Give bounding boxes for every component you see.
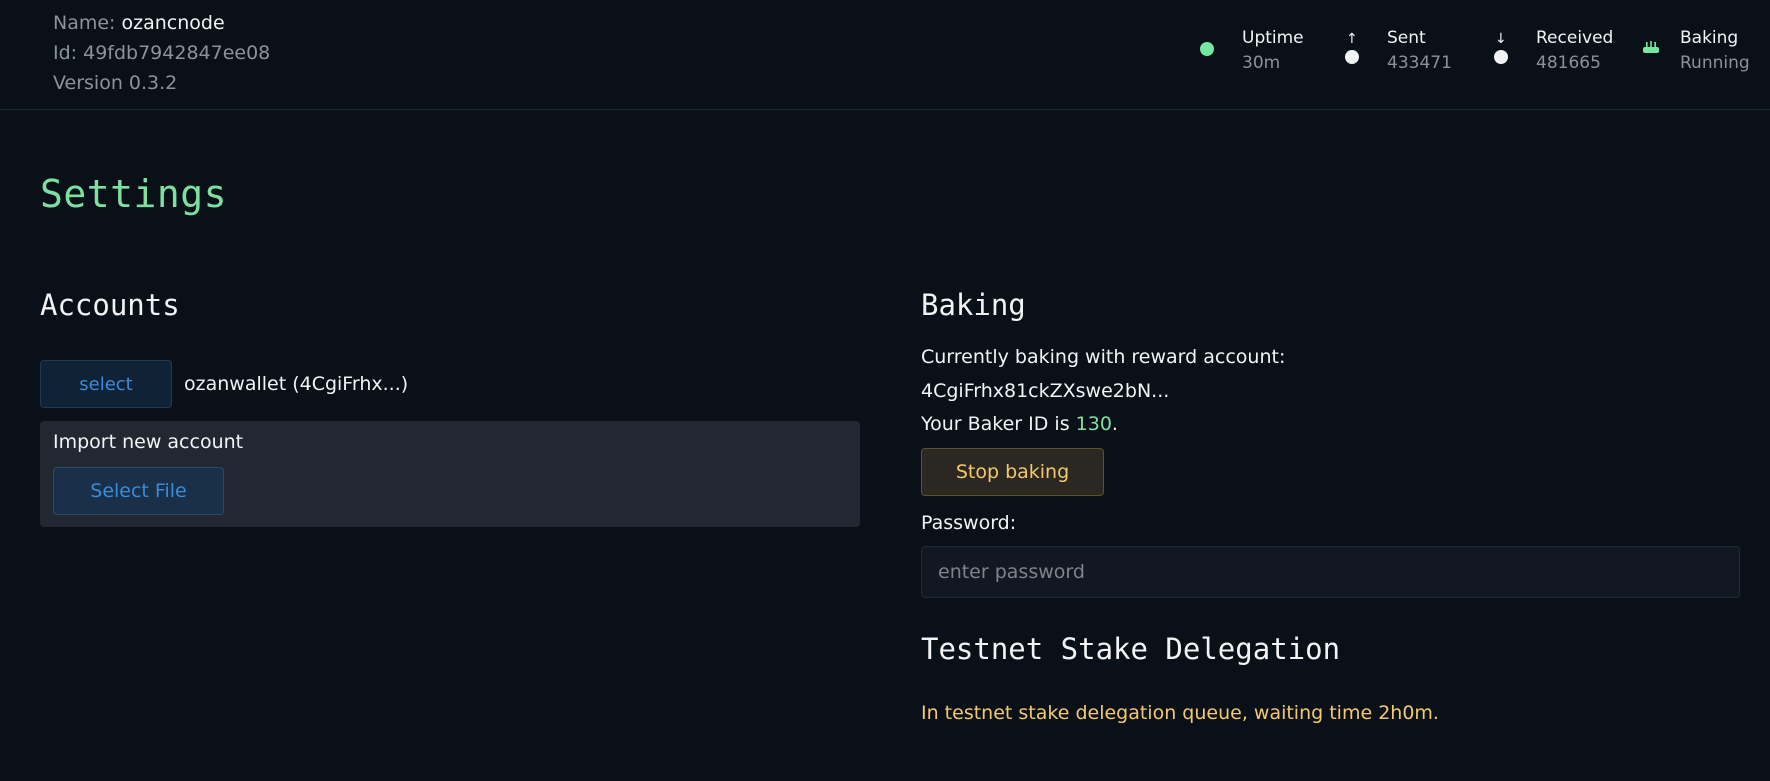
received-dot-icon: [1494, 50, 1508, 64]
import-account-label: Import new account: [53, 431, 244, 453]
stat-baking: Baking Running: [1642, 26, 1752, 76]
stat-sent-label: Sent: [1387, 28, 1426, 48]
sent-dot-icon: [1345, 50, 1359, 64]
node-stats: Uptime 30m ↑ Sent 433471 ↓ Received 4816…: [1198, 26, 1752, 76]
node-name-label: Name:: [53, 12, 116, 34]
stat-received-label: Received: [1536, 28, 1614, 48]
select-file-button[interactable]: Select File: [53, 467, 224, 515]
password-input[interactable]: [921, 546, 1740, 598]
arrow-down-icon: ↓: [1495, 31, 1507, 47]
stat-uptime: Uptime 30m: [1198, 26, 1343, 76]
baker-id-suffix: .: [1111, 413, 1118, 435]
baking-section: Baking Currently baking with reward acco…: [921, 288, 1741, 724]
import-account-panel: Import new account Select File: [40, 421, 860, 527]
stat-received-value: 481665: [1536, 53, 1601, 73]
top-status-bar: Name: ozancnode Id: 49fdb7942847ee08 Ver…: [0, 0, 1770, 110]
node-info: Name: ozancnode Id: 49fdb7942847ee08 Ver…: [53, 8, 270, 98]
password-label: Password:: [921, 512, 1017, 534]
stat-sent: ↑ Sent 433471: [1343, 26, 1492, 76]
stat-received: ↓ Received 481665: [1492, 26, 1642, 76]
reward-account-id: 4CgiFrhx81ckZXswe2bN...: [921, 380, 1170, 402]
node-id: Id: 49fdb7942847ee08: [53, 42, 271, 64]
stat-baking-label: Baking: [1680, 28, 1739, 48]
accounts-title: Accounts: [40, 288, 180, 322]
stat-baking-value: Running: [1680, 53, 1750, 73]
reward-account-text: Currently baking with reward account:: [921, 346, 1286, 368]
select-account-button[interactable]: select: [40, 360, 172, 408]
baker-id-prefix: Your Baker ID is: [921, 413, 1076, 435]
account-name: ozanwallet (4CgiFrhx...): [184, 373, 409, 395]
stat-sent-value: 433471: [1387, 53, 1452, 73]
node-version: Version 0.3.2: [53, 72, 178, 94]
account-row: select ozanwallet (4CgiFrhx...): [40, 360, 408, 408]
status-dot-icon: [1200, 42, 1214, 56]
baker-id-line: Your Baker ID is 130.: [921, 413, 1118, 435]
accounts-section: Accounts select ozanwallet (4CgiFrhx...)…: [40, 288, 860, 527]
page-title: Settings: [40, 172, 228, 216]
stat-uptime-value: 30m: [1242, 53, 1281, 73]
testnet-delegation-title: Testnet Stake Delegation: [921, 632, 1341, 666]
node-name-row: Name: ozancnode: [53, 8, 270, 38]
stat-uptime-label: Uptime: [1242, 28, 1304, 48]
node-name-value: ozancnode: [121, 12, 225, 34]
delegation-queue-status: In testnet stake delegation queue, waiti…: [921, 702, 1439, 724]
stop-baking-button[interactable]: Stop baking: [921, 448, 1104, 496]
baker-id-value: 130: [1075, 413, 1112, 435]
arrow-up-icon: ↑: [1346, 31, 1358, 47]
cake-icon: [1643, 41, 1659, 53]
baking-title: Baking: [921, 288, 1026, 322]
